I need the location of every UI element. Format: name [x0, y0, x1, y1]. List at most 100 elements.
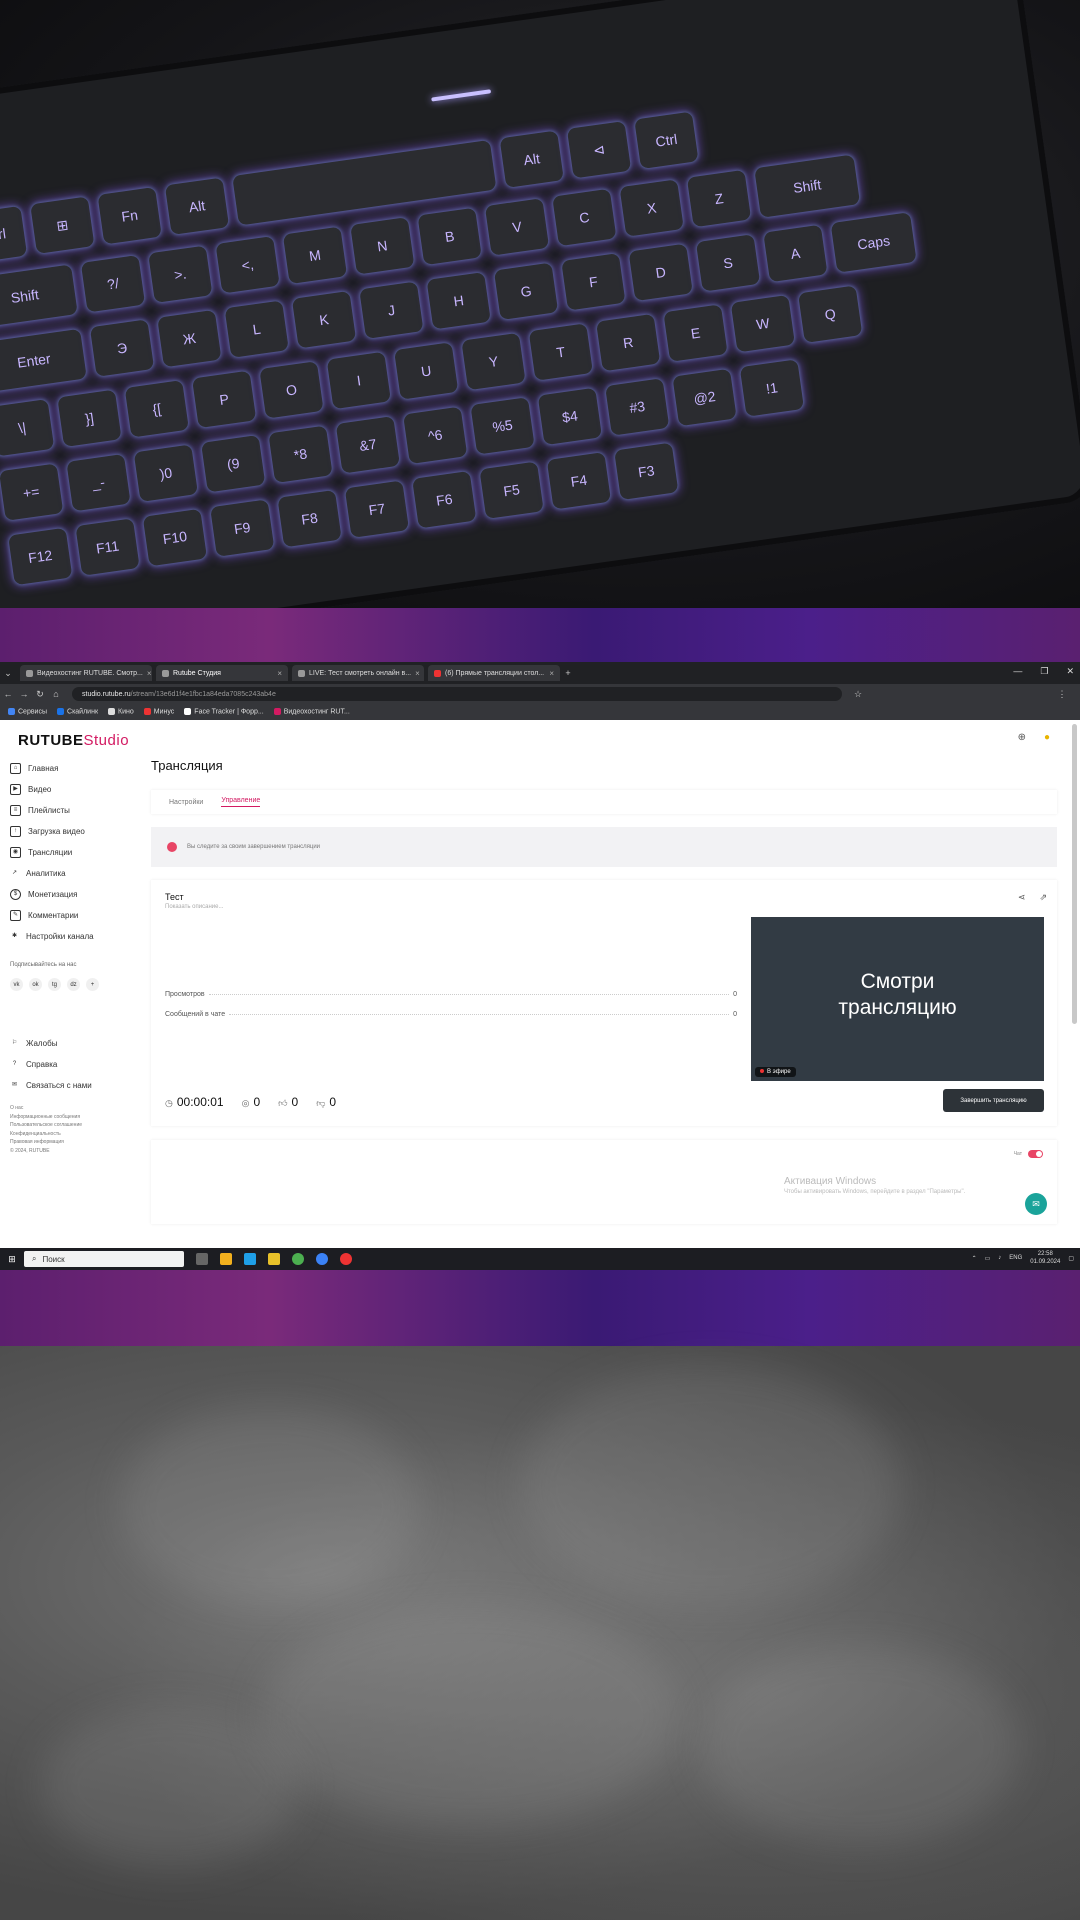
tab-menu-icon[interactable]: ⌄ — [0, 668, 16, 679]
analytics-icon: ↗ — [11, 870, 18, 876]
page-title: Трансляция — [151, 758, 223, 773]
toggle-switch[interactable] — [1028, 1150, 1043, 1158]
tab-settings[interactable]: Настройки — [169, 799, 203, 806]
forward-icon[interactable]: → — [16, 689, 32, 699]
bookmark-item[interactable]: Сервисы — [8, 708, 47, 716]
rutube-studio-logo[interactable]: RUTUBEStudio — [18, 732, 129, 749]
notifications-icon[interactable]: ▢ — [1068, 1255, 1074, 1262]
minimize-icon[interactable]: — — [1013, 666, 1022, 677]
sidebar-item-help[interactable]: ? Справка — [10, 1054, 92, 1075]
broadcast-icon: ◉ — [10, 847, 21, 858]
page-scrollbar[interactable] — [1072, 724, 1077, 1024]
explorer-icon[interactable] — [268, 1253, 280, 1265]
stat-chat-messages: Сообщений в чате 0 — [165, 1011, 737, 1018]
apps-icon — [8, 708, 15, 716]
close-tab-icon[interactable]: × — [415, 669, 420, 678]
footer-link[interactable]: Пользовательское соглашение — [10, 1121, 82, 1130]
end-stream-button[interactable]: Завершить трансляцию — [943, 1089, 1044, 1112]
taskbar-search[interactable]: ⌕ Поиск — [24, 1251, 184, 1267]
share-icon[interactable]: ⋖ — [1018, 892, 1026, 903]
rutube-studio-app: RUTUBEStudio ⊕ ● ⌂ Главная ▶ Видео ≡ Плейли… — [0, 720, 1080, 1224]
bookmark-star-icon[interactable]: ☆ — [850, 689, 866, 700]
browser-menu-icon[interactable]: ⋮ — [1054, 689, 1070, 700]
clock[interactable]: 22:58 01.09.2024 — [1030, 1250, 1060, 1266]
chrome-icon[interactable] — [292, 1253, 304, 1265]
browser-tab[interactable]: LIVE: Тест смотреть онлайн в... × — [292, 665, 424, 681]
reload-icon[interactable]: ↻ — [32, 689, 48, 700]
vk-icon[interactable]: vk — [10, 978, 23, 991]
sidebar-item-upload[interactable]: ↑ Загрузка видео — [10, 821, 140, 842]
network-icon[interactable]: ▭ — [985, 1255, 991, 1262]
stream-metrics: ◷ 00:00:01 ◎ 0 👍︎ 0 👎︎ 0 — [165, 1095, 336, 1109]
contact-icon: ✉ — [11, 1082, 18, 1088]
new-tab-icon[interactable]: + — [560, 668, 576, 678]
windows-taskbar: ⊞ ⌕ Поиск ⌃ ▭ ♪ ENG 22:58 01.09.2024 ▢ — [0, 1248, 1080, 1270]
show-description-link[interactable]: Показать описание... — [165, 904, 223, 910]
windows-activation-watermark: Активация Windows Чтобы активировать Win… — [784, 1176, 966, 1195]
home-browser-icon[interactable]: ⌂ — [48, 689, 64, 699]
back-icon[interactable]: ← — [0, 689, 16, 699]
telegram-icon[interactable]: tg — [48, 978, 61, 991]
stream-preview[interactable]: Смотри трансляцию В эфире — [751, 917, 1044, 1081]
sidebar-item-complaints[interactable]: ⚐ Жалобы — [10, 1033, 92, 1054]
edge-icon[interactable] — [244, 1253, 256, 1265]
tray-expand-icon[interactable]: ⌃ — [972, 1255, 977, 1262]
avatar[interactable]: ● — [1044, 732, 1050, 743]
windows-start-icon[interactable]: ⊞ — [0, 1254, 24, 1265]
smoke-background — [0, 1346, 1080, 1920]
bookmark-item[interactable]: Скайлинк — [57, 708, 98, 716]
sidebar-item-broadcasts[interactable]: ◉ Трансляции — [10, 842, 140, 863]
upload-icon: ↑ — [10, 826, 21, 837]
close-tab-icon[interactable]: × — [549, 669, 554, 678]
sidebar: ⌂ Главная ▶ Видео ≡ Плейлисты ↑ Загрузка вид… — [10, 758, 140, 947]
footer-link[interactable]: Информационные сообщения — [10, 1113, 82, 1122]
bookmark-item[interactable]: Минус — [143, 708, 174, 716]
sidebar-item-monetization[interactable]: $ Монетизация — [10, 884, 140, 905]
maximize-icon[interactable]: ❐ — [1040, 666, 1048, 677]
browser-tab-active[interactable]: Rutube Студия × — [156, 665, 288, 681]
window-controls: — ❐ ✕ — [1013, 666, 1074, 677]
browser-tab[interactable]: Видеохостинг RUTUBE. Смотр... × — [20, 665, 152, 681]
bookmark-item[interactable]: Видеохостинг RUT... — [273, 708, 350, 716]
video-icon: ▶ — [10, 784, 21, 795]
sidebar-item-settings[interactable]: ✱ Настройки канала — [10, 926, 140, 947]
store-icon[interactable] — [220, 1253, 232, 1265]
footer-link[interactable]: О нас — [10, 1104, 82, 1113]
tab-management[interactable]: Управление — [221, 797, 261, 807]
notice-banner: Вы следите за своим завершением трансляц… — [151, 827, 1057, 867]
bookmark-icon — [108, 708, 116, 716]
footer-link[interactable]: Правовая информация — [10, 1138, 82, 1147]
support-chat-button[interactable]: ✉ — [1025, 1193, 1047, 1215]
obs-icon[interactable] — [340, 1253, 352, 1265]
dzen-icon[interactable]: dz — [67, 978, 80, 991]
footer-link[interactable]: Конфиденциальность — [10, 1130, 82, 1139]
sidebar-item-video[interactable]: ▶ Видео — [10, 779, 140, 800]
telegram-app-icon[interactable] — [316, 1253, 328, 1265]
sidebar-item-contact[interactable]: ✉ Связаться с нами — [10, 1075, 92, 1096]
system-tray: ⌃ ▭ ♪ ENG 22:58 01.09.2024 ▢ — [972, 1250, 1074, 1266]
ok-icon[interactable]: ok — [29, 978, 42, 991]
card-actions: ⋖ ⇗ — [1018, 892, 1047, 903]
address-bar-row: ← → ↻ ⌂ studio.rutube.ru/stream/13e6d1f4… — [0, 684, 1080, 704]
close-tab-icon[interactable]: × — [147, 669, 152, 678]
search-icon: ⌕ — [32, 1254, 37, 1263]
sidebar-item-playlists[interactable]: ≡ Плейлисты — [10, 800, 140, 821]
chat-toggle[interactable]: Чат — [1014, 1150, 1043, 1158]
bookmark-item[interactable]: Face Tracker | Форр... — [184, 708, 264, 716]
sidebar-item-analytics[interactable]: ↗ Аналитика — [10, 863, 140, 884]
open-external-icon[interactable]: ⇗ — [1039, 892, 1047, 903]
more-socials-icon[interactable]: + — [86, 978, 99, 991]
sidebar-item-comments[interactable]: ✎ Комментарии — [10, 905, 140, 926]
close-tab-icon[interactable]: × — [277, 669, 282, 678]
volume-icon[interactable]: ♪ — [998, 1255, 1001, 1261]
chat-bubble-icon: ✉ — [1032, 1198, 1040, 1209]
browser-tab[interactable]: (6) Прямые трансляции стол... × — [428, 665, 560, 681]
add-icon[interactable]: ⊕ — [1018, 732, 1026, 743]
sidebar-item-home[interactable]: ⌂ Главная — [10, 758, 140, 779]
task-view-icon[interactable] — [196, 1253, 208, 1265]
close-window-icon[interactable]: ✕ — [1066, 666, 1074, 677]
url-input[interactable]: studio.rutube.ru/stream/13e6d1f4e1fbc1a8… — [72, 687, 842, 701]
language-indicator[interactable]: ENG — [1009, 1255, 1022, 1261]
header-actions: ⊕ ● — [1018, 732, 1050, 743]
bookmark-item[interactable]: Кино — [108, 708, 134, 716]
